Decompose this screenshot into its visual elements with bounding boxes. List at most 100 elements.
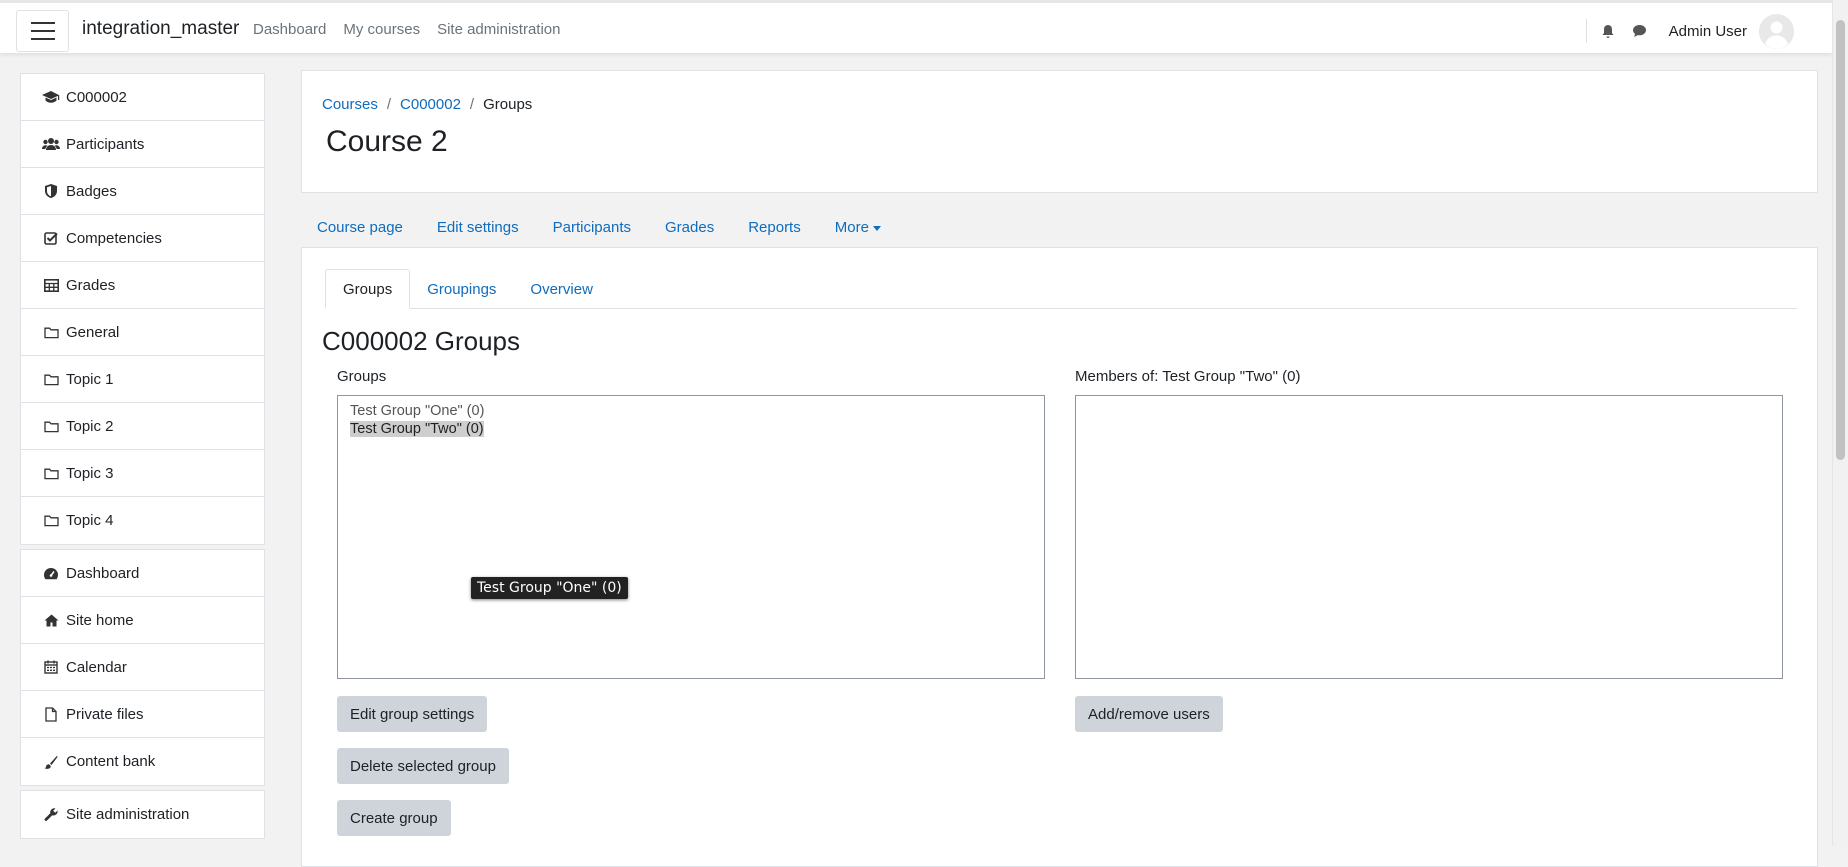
- admin-nav-group: Site administration: [20, 790, 265, 839]
- tab-participants[interactable]: Participants: [553, 219, 631, 236]
- sidebar-item-label: Competencies: [66, 229, 162, 247]
- home-icon: [42, 612, 60, 628]
- groups-select[interactable]: Test Group "One" (0) Test Group "Two" (0…: [337, 395, 1045, 679]
- groups-tabs: Groups Groupings Overview: [325, 269, 1797, 309]
- hamburger-icon-line: [30, 30, 55, 32]
- hamburger-icon-line: [30, 38, 55, 40]
- sidebar-item-label: Topic 3: [66, 464, 114, 482]
- tab-reports[interactable]: Reports: [748, 219, 801, 236]
- sidebar-item-label: Dashboard: [66, 564, 140, 582]
- sidebar-item-badges[interactable]: Badges: [21, 168, 264, 215]
- calendar-icon: [42, 659, 60, 675]
- more-label: More: [834, 219, 869, 236]
- check-square-icon: [42, 230, 60, 246]
- sidebar-item-topic-4[interactable]: Topic 4: [21, 497, 264, 544]
- more-menu-button[interactable]: More: [835, 219, 881, 236]
- sidebar-item-topic-1[interactable]: Topic 1: [21, 356, 264, 403]
- page-header: Courses / C000002 / Groups Course 2: [301, 70, 1818, 193]
- breadcrumb-current: Groups: [483, 96, 533, 113]
- folder-icon: [42, 324, 60, 340]
- folder-icon: [42, 513, 60, 529]
- folder-icon: [42, 418, 60, 434]
- nav-drawer: C000002 Participants Badges Competencies…: [20, 73, 265, 843]
- sidebar-item-label: Private files: [66, 705, 144, 723]
- chevron-down-icon: [872, 225, 881, 231]
- sidebar-item-site-administration[interactable]: Site administration: [21, 791, 264, 838]
- page-title: Course 2: [326, 125, 448, 158]
- paint-brush-icon: [42, 754, 60, 770]
- delete-selected-group-button[interactable]: Delete selected group: [337, 748, 509, 784]
- sidebar-item-label: Participants: [66, 135, 145, 153]
- group-tooltip: Test Group "One" (0): [471, 577, 628, 599]
- sidebar-item-calendar[interactable]: Calendar: [21, 644, 264, 691]
- tab-groupings[interactable]: Groupings: [410, 269, 513, 309]
- members-select[interactable]: [1075, 395, 1783, 679]
- breadcrumb: Courses / C000002 / Groups: [322, 96, 532, 113]
- tab-groups[interactable]: Groups: [325, 269, 411, 309]
- sidebar-item-label: Content bank: [66, 753, 156, 770]
- group-option-selected[interactable]: Test Group "Two" (0): [350, 420, 1044, 438]
- tachometer-icon: [42, 565, 60, 581]
- wrench-icon: [42, 807, 60, 823]
- user-area: Admin User: [1585, 13, 1832, 49]
- hamburger-icon-line: [30, 22, 55, 24]
- nav-my-courses-link[interactable]: My courses: [343, 21, 420, 38]
- sidebar-item-course[interactable]: C000002: [21, 74, 264, 121]
- bell-icon[interactable]: [1597, 20, 1619, 42]
- top-navbar: integration_master Dashboard My courses …: [0, 0, 1832, 53]
- tab-overview[interactable]: Overview: [513, 269, 610, 309]
- sidebar-item-site-home[interactable]: Site home: [21, 597, 264, 644]
- breadcrumb-courses-link[interactable]: Courses: [322, 96, 378, 113]
- add-remove-users-button[interactable]: Add/remove users: [1075, 696, 1223, 732]
- scrollbar-thumb[interactable]: [1836, 20, 1845, 460]
- nav-dashboard-link[interactable]: Dashboard: [253, 21, 326, 38]
- site-name-link[interactable]: integration_master: [82, 18, 239, 40]
- top-nav-links: Dashboard My courses Site administration: [253, 21, 577, 38]
- secondary-navigation: Course page Edit settings Participants G…: [317, 219, 915, 236]
- create-group-button[interactable]: Create group: [337, 800, 451, 836]
- breadcrumb-course-link[interactable]: C000002: [400, 96, 461, 113]
- sidebar-item-label: General: [66, 323, 120, 341]
- page-scrollbar[interactable]: [1832, 0, 1848, 846]
- chat-bubble-icon[interactable]: [1629, 20, 1651, 42]
- graduation-cap-icon: [42, 89, 60, 105]
- sidebar-item-competencies[interactable]: Competencies: [21, 215, 264, 262]
- sidebar-item-label: Topic 4: [66, 512, 114, 529]
- folder-icon: [42, 465, 60, 481]
- folder-icon: [42, 371, 60, 387]
- divider: [1585, 19, 1587, 43]
- sidebar-item-participants[interactable]: Participants: [21, 121, 264, 168]
- tab-course-page[interactable]: Course page: [317, 219, 403, 236]
- users-icon: [42, 136, 60, 152]
- menu-toggle-button[interactable]: [16, 10, 69, 52]
- avatar[interactable]: [1759, 13, 1794, 49]
- sidebar-item-label: Calendar: [66, 658, 127, 676]
- nav-site-administration-link[interactable]: Site administration: [437, 21, 560, 38]
- sidebar-item-topic-3[interactable]: Topic 3: [21, 450, 264, 497]
- course-nav-group: C000002 Participants Badges Competencies…: [20, 73, 265, 545]
- group-option[interactable]: Test Group "One" (0): [350, 402, 1044, 420]
- breadcrumb-separator: /: [386, 96, 392, 113]
- sidebar-item-label: Site home: [66, 611, 134, 629]
- sidebar-item-topic-2[interactable]: Topic 2: [21, 403, 264, 450]
- groups-list-label: Groups: [337, 368, 387, 385]
- sidebar-item-general[interactable]: General: [21, 309, 264, 356]
- shield-icon: [42, 183, 60, 199]
- table-icon: [42, 277, 60, 293]
- sidebar-item-label: Site administration: [66, 806, 190, 823]
- sidebar-item-content-bank[interactable]: Content bank: [21, 738, 264, 785]
- sidebar-item-label: Topic 2: [66, 417, 114, 435]
- sidebar-item-private-files[interactable]: Private files: [21, 691, 264, 738]
- breadcrumb-separator: /: [469, 96, 475, 113]
- user-menu-name[interactable]: Admin User: [1669, 23, 1747, 40]
- tab-grades[interactable]: Grades: [665, 219, 714, 236]
- edit-group-settings-button[interactable]: Edit group settings: [337, 696, 488, 732]
- main-content: Groups Groupings Overview C000002 Groups…: [301, 247, 1818, 867]
- site-nav-group: Dashboard Site home Calendar Private fil…: [20, 549, 265, 786]
- user-avatar-icon: [1759, 13, 1794, 49]
- tab-edit-settings[interactable]: Edit settings: [437, 219, 519, 236]
- members-list-label: Members of: Test Group "Two" (0): [1075, 368, 1301, 385]
- groups-heading: C000002 Groups: [322, 326, 521, 356]
- sidebar-item-grades[interactable]: Grades: [21, 262, 264, 309]
- sidebar-item-dashboard[interactable]: Dashboard: [21, 550, 264, 597]
